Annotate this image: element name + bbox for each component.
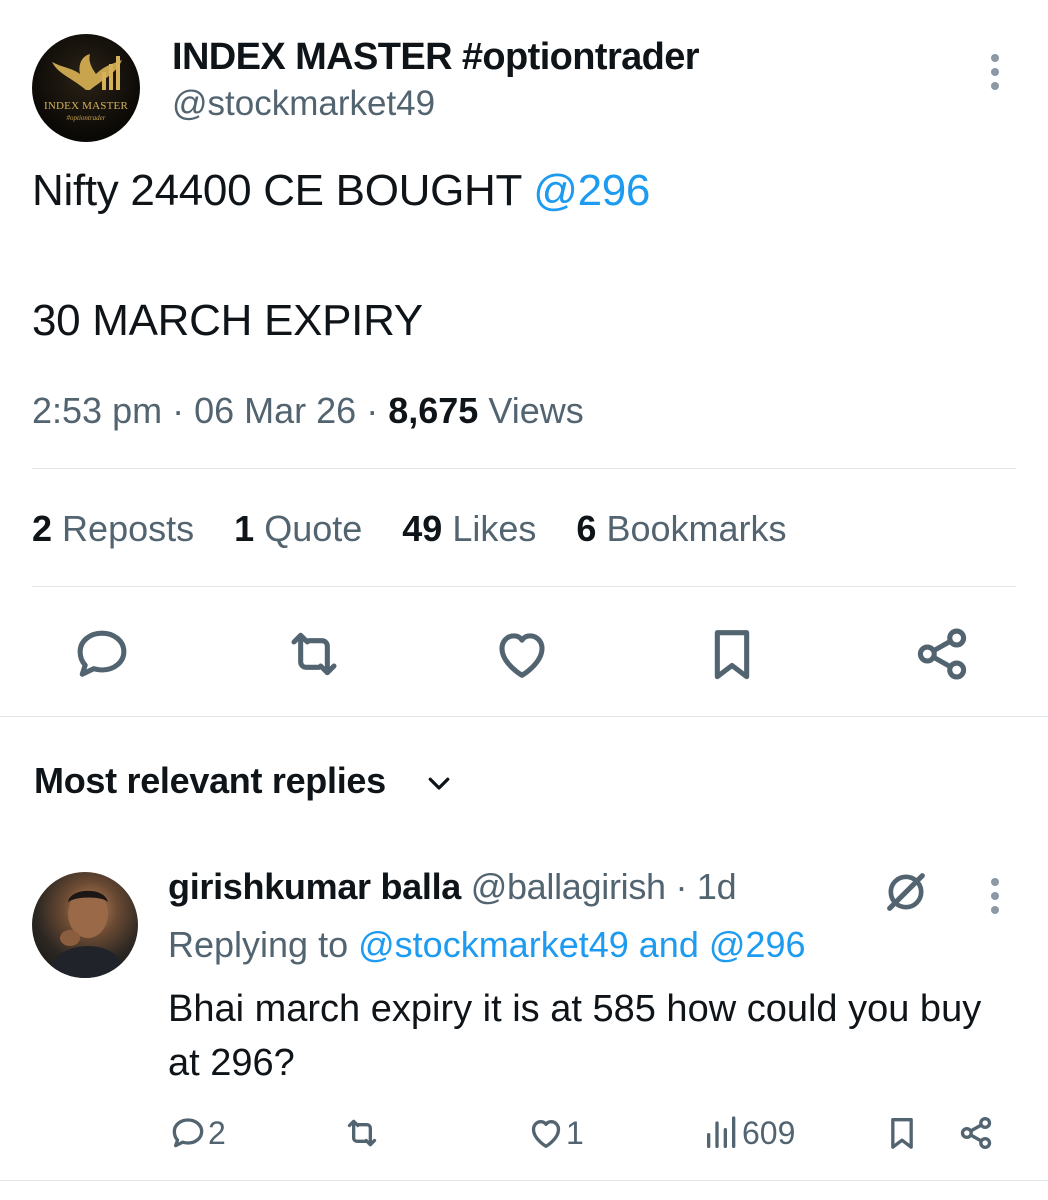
divider xyxy=(32,586,1016,587)
replying-and: and xyxy=(638,924,699,965)
like-count: 1 xyxy=(566,1114,584,1151)
bookmarks-stat[interactable]: 6 Bookmarks xyxy=(576,508,786,549)
reply-icon xyxy=(172,1118,204,1148)
share-icon[interactable] xyxy=(910,622,974,686)
chevron-down-icon[interactable] xyxy=(424,768,454,798)
bookmark-icon xyxy=(891,1118,913,1149)
person-photo-icon xyxy=(46,890,128,978)
engagement-stats: 2 Reposts 1 Quote 49 Likes 6 Bookmarks xyxy=(32,508,817,550)
author-avatar[interactable]: INDEX MASTER #optiontrader xyxy=(32,34,140,142)
share-icon xyxy=(960,1117,992,1149)
replying-mention-2[interactable]: @296 xyxy=(709,924,806,965)
views-label: Views xyxy=(488,390,584,431)
views-count: 8,675 xyxy=(388,390,479,431)
reply-repost-button[interactable] xyxy=(342,1110,382,1156)
reply-text: Bhai march expiry it is at 585 how could… xyxy=(168,988,982,1084)
view-count: 609 xyxy=(742,1114,796,1151)
bookmark-icon[interactable] xyxy=(700,622,764,686)
replying-to: Replying to @stockmarket49 and @296 xyxy=(168,924,805,966)
section-divider xyxy=(0,716,1048,717)
quotes-stat[interactable]: 1 Quote xyxy=(234,508,362,549)
replies-sort-label[interactable]: Most relevant replies xyxy=(34,760,386,802)
tweet-text: Nifty 24400 CE BOUGHT xyxy=(32,166,534,215)
grok-icon[interactable] xyxy=(878,864,934,920)
avatar-brand-text: INDEX MASTER xyxy=(44,100,128,112)
more-options-icon[interactable] xyxy=(984,54,1006,94)
views-chart-icon xyxy=(707,1116,736,1148)
reply-icon[interactable] xyxy=(70,622,134,686)
avatar-brand-subtext: #optiontrader xyxy=(66,114,106,122)
tweet-text-line-2: 30 MARCH EXPIRY xyxy=(32,296,423,345)
tweet-date[interactable]: 06 Mar 26 xyxy=(194,390,356,431)
reply-count: 2 xyxy=(208,1114,226,1151)
divider xyxy=(32,468,1016,469)
reply-author-handle[interactable]: @ballagirish xyxy=(471,866,666,907)
reposts-stat[interactable]: 2 Reposts xyxy=(32,508,194,549)
meta-separator: · xyxy=(172,390,185,431)
tweet-time[interactable]: 2:53 pm xyxy=(32,390,162,431)
reply-like-button[interactable]: 1 xyxy=(526,1110,584,1156)
reply-more-options-icon[interactable] xyxy=(984,878,1006,918)
meta-separator: · xyxy=(366,390,379,431)
eagle-logo-icon xyxy=(52,54,122,90)
like-icon xyxy=(531,1120,561,1148)
like-icon[interactable] xyxy=(490,622,554,686)
author-handle[interactable]: @stockmarket49 xyxy=(172,84,435,124)
reply-avatar[interactable] xyxy=(32,872,138,978)
replying-mention-1[interactable]: @stockmarket49 xyxy=(358,924,629,965)
reply-author-name[interactable]: girishkumar balla xyxy=(168,866,461,907)
likes-stat[interactable]: 49 Likes xyxy=(402,508,536,549)
repost-icon xyxy=(347,1119,377,1147)
bottom-divider xyxy=(0,1180,1048,1181)
reply-reply-button[interactable]: 2 xyxy=(168,1110,226,1156)
author-display-name[interactable]: INDEX MASTER #optiontrader xyxy=(172,36,700,79)
reply-bookmark-button[interactable] xyxy=(882,1110,922,1156)
reply-share-button[interactable] xyxy=(956,1110,996,1156)
reply-age: · 1d xyxy=(675,866,737,907)
reply-header: girishkumar balla @ballagirish · 1d xyxy=(168,866,737,908)
replying-label: Replying to xyxy=(168,924,349,965)
reply-views-button[interactable]: 609 xyxy=(702,1110,795,1156)
tweet-meta: 2:53 pm · 06 Mar 26 · 8,675 Views xyxy=(32,390,584,432)
tweet-text-line-1: Nifty 24400 CE BOUGHT @296 xyxy=(32,166,650,216)
mention-link[interactable]: @296 xyxy=(533,166,650,215)
repost-icon[interactable] xyxy=(282,622,346,686)
